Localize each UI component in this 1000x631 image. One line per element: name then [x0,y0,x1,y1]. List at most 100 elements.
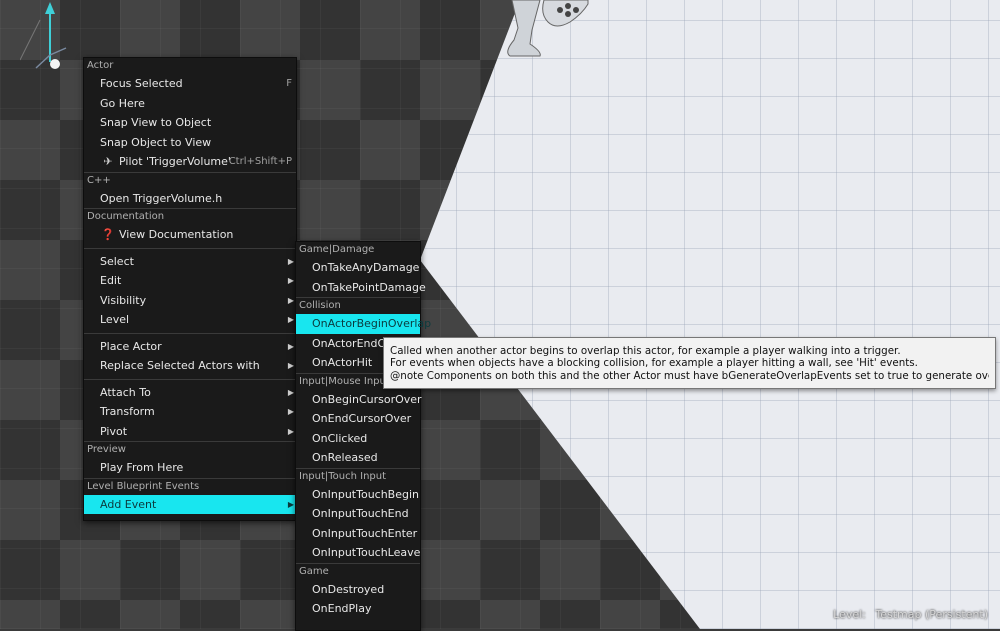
section-header-game-damage: Game|Damage [299,244,375,255]
menu-item-label: Pivot [100,424,128,438]
chevron-right-icon: ▶ [287,341,294,351]
level-status-value: Testmap (Persistent) [875,608,988,621]
gamepad-icon[interactable] [500,0,600,65]
menu-item-pivot[interactable]: Pivot ▶ [84,422,296,442]
section-header-cpp: C++ [84,171,296,189]
menu-item-snap-view-to-object[interactable]: Snap View to Object [84,113,296,133]
menu-item-label: OnReleased [312,451,378,464]
menu-item-on-end-cursor-over[interactable]: OnEndCursorOver [296,409,420,429]
menu-item-label: OnActorHit [312,356,373,369]
menu-item-on-destroyed[interactable]: OnDestroyed [296,580,420,600]
tooltip-line: Called when another actor begins to over… [390,345,901,357]
menu-item-label: Select [100,254,134,268]
menu-item-on-clicked[interactable]: OnClicked [296,429,420,449]
menu-item-snap-object-to-view[interactable]: Snap Object to View [84,133,296,153]
menu-item-on-input-touch-enter[interactable]: OnInputTouchEnter [296,524,420,544]
section-header-level-blueprint-events: Level Blueprint Events [84,477,296,495]
chevron-right-icon: ▶ [287,276,294,285]
menu-item-label: Add Event [100,497,157,511]
menu-item-label: Edit [100,274,122,287]
menu-item-on-input-touch-leave[interactable]: OnInputTouchLeave [296,543,420,563]
menu-item-go-here[interactable]: Go Here [84,94,296,114]
menu-item-replace-selected-actors[interactable]: Replace Selected Actors with ▶ [84,356,296,376]
menu-item-label: OnTakeAnyDamage [312,261,420,274]
menu-item-label: OnInputTouchEnter [312,526,418,540]
chevron-right-icon: ▶ [287,315,294,324]
actor-context-menu: Actor Focus Selected F Go Here Snap View… [83,57,297,521]
menu-item-label: Play From Here [100,461,184,474]
menu-item-label: OnEndCursorOver [312,412,412,425]
event-tooltip: Called when another actor begins to over… [383,337,996,389]
tooltip-line: @note Components on both this and the ot… [390,369,989,382]
tooltip-line: For events when objects have a blocking … [390,357,918,370]
menu-item-pilot[interactable]: ✈ Pilot 'TriggerVolume' Ctrl+Shift+P [84,152,296,172]
chevron-right-icon: ▶ [287,295,294,305]
menu-item-label: OnTakePointDamage [312,280,426,294]
menu-item-label: OnEndPlay [312,602,372,615]
menu-item-label: Snap Object to View [100,135,212,149]
menu-item-attach-to[interactable]: Attach To ▶ [84,383,296,403]
menu-item-label: OnDestroyed [312,582,385,596]
section-header-collision: Collision [296,297,420,314]
chevron-right-icon: ▶ [287,256,294,266]
menu-item-edit[interactable]: Edit ▶ [84,271,296,291]
menu-divider [84,332,296,334]
section-header-actor: Actor [87,60,114,71]
chevron-right-icon: ▶ [287,426,294,436]
menu-item-label: Level [100,313,130,326]
chevron-right-icon: ▶ [287,361,294,370]
menu-item-play-from-here[interactable]: Play From Here [84,458,296,478]
menu-item-label: OnInputTouchLeave [312,546,421,559]
menu-item-label: Pilot 'TriggerVolume' [119,155,231,168]
shortcut-label: Ctrl+Shift+P [228,156,292,167]
menu-item-on-input-touch-end[interactable]: OnInputTouchEnd [296,504,420,524]
menu-item-on-end-play[interactable]: OnEndPlay [296,599,420,619]
menu-item-transform[interactable]: Transform ▶ [84,402,296,422]
menu-item-select[interactable]: Select ▶ [84,252,296,272]
menu-item-level[interactable]: Level ▶ [84,310,296,330]
section-header-touch-input: Input|Touch Input [296,467,420,485]
help-circle-icon: ❓ [101,228,115,241]
menu-item-label: Replace Selected Actors with [100,359,260,372]
level-status: Level: Testmap (Persistent) [833,608,988,621]
menu-item-open-header[interactable]: Open TriggerVolume.h [84,189,296,209]
shortcut-label: F [286,78,292,89]
menu-item-label: Attach To [100,385,151,399]
airplane-icon: ✈ [103,155,113,168]
menu-item-label: Transform [100,405,155,418]
menu-item-on-begin-cursor-over[interactable]: OnBeginCursorOver [296,390,422,410]
menu-item-view-documentation[interactable]: ❓ View Documentation [84,225,296,245]
menu-item-label: OnActorBeginOverlap [312,317,432,330]
menu-item-label: OnInputTouchEnd [312,507,409,520]
menu-item-place-actor[interactable]: Place Actor ▶ [84,337,296,357]
menu-item-label: Snap View to Object [100,116,212,129]
menu-item-on-take-point-damage[interactable]: OnTakePointDamage [296,278,426,298]
menu-item-on-actor-begin-overlap[interactable]: OnActorBeginOverlap [296,314,431,334]
chevron-right-icon: ▶ [287,407,294,416]
menu-item-label: View Documentation [119,228,234,241]
menu-item-on-input-touch-begin[interactable]: OnInputTouchBegin [296,485,420,505]
section-header-documentation: Documentation [84,208,296,225]
menu-item-label: OnInputTouchBegin [312,487,420,501]
menu-item-label: Open TriggerVolume.h [100,191,223,205]
menu-item-label: OnActorEndOv [312,336,393,350]
level-status-label: Level: [833,608,866,621]
menu-item-label: Place Actor [100,339,162,353]
chevron-right-icon: ▶ [287,499,294,509]
menu-item-add-event[interactable]: Add Event ▶ [84,494,296,514]
menu-item-label: Go Here [100,96,145,110]
menu-item-focus-selected[interactable]: Focus Selected F [84,74,296,94]
menu-item-label: OnClicked [312,431,368,445]
menu-divider [84,378,296,380]
menu-item-label: Visibility [100,293,147,307]
menu-item-label: OnBeginCursorOver [312,392,422,406]
menu-item-visibility[interactable]: Visibility ▶ [84,291,296,311]
menu-divider [84,247,296,249]
menu-item-label: Focus Selected [100,77,183,90]
transform-gizmo[interactable] [20,0,90,80]
chevron-right-icon: ▶ [287,387,294,397]
section-header-preview: Preview [84,441,296,458]
menu-item-on-released[interactable]: OnReleased [296,448,420,468]
section-header-game: Game [296,562,420,580]
menu-item-on-take-any-damage[interactable]: OnTakeAnyDamage [296,258,420,278]
